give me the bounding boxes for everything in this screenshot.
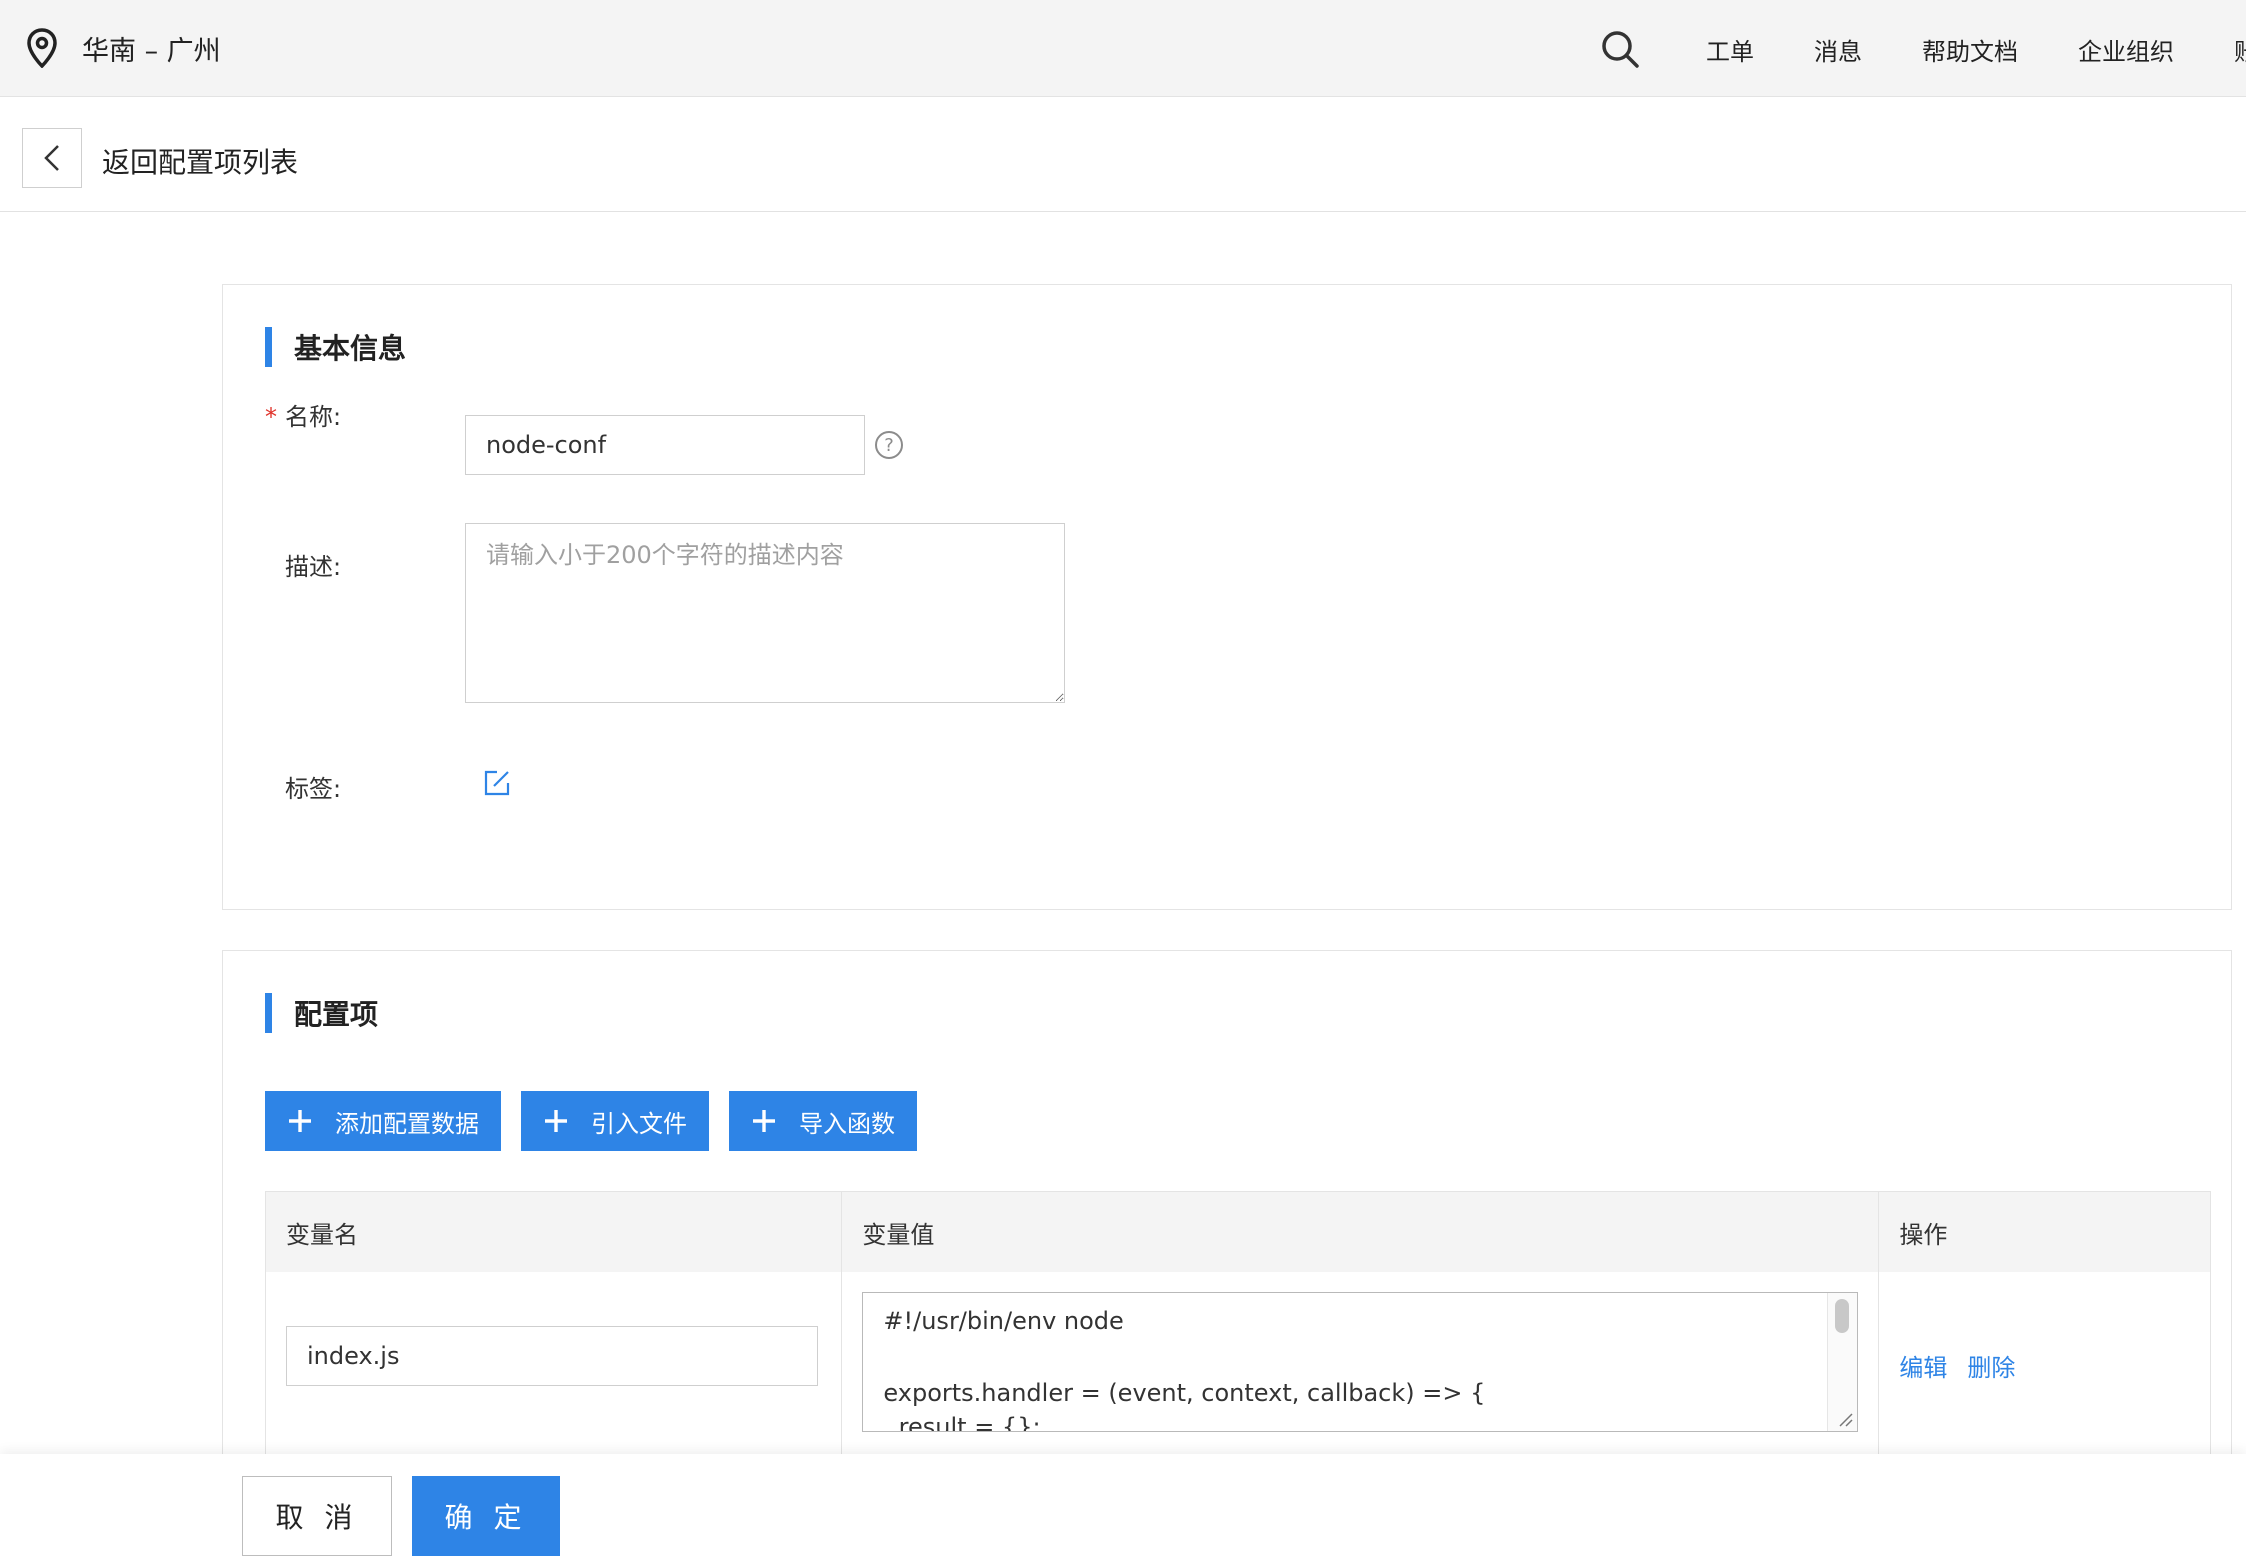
name-input[interactable] [465,415,865,475]
description-textarea[interactable] [465,523,1065,703]
sub-header: 返回配置项列表 [0,97,2246,212]
footer-bar: 取 消 确 定 [0,1454,2246,1564]
region-selector[interactable]: 华南 – 广州 [26,26,221,70]
required-mark: * [265,403,277,431]
editor-scroll-thumb[interactable] [1835,1299,1850,1333]
desc-label: 描述: [285,553,342,581]
add-config-data-button[interactable]: 添加配置数据 [265,1091,501,1151]
header-variable-value: 变量值 [842,1192,1880,1272]
tags-label: 标签: [285,775,342,803]
code-line: result = {}; [883,1413,1041,1432]
config-table: 变量名 变量值 操作 #!/usr/bin/env node exports.h… [265,1191,2211,1472]
back-button[interactable] [22,128,82,188]
search-icon[interactable] [1600,29,1640,69]
back-to-list-link[interactable]: 返回配置项列表 [102,141,298,181]
nav-account[interactable]: 账 [2234,32,2246,67]
header-variable-name: 变量名 [266,1192,843,1272]
add-config-data-label: 添加配置数据 [335,1109,479,1138]
config-panel: 配置项 添加配置数据 引入文件 导入函数 变量名 变量值 操作 #!/usr/b… [222,950,2232,1472]
chevron-left-icon [44,145,59,171]
import-file-label: 引入文件 [591,1109,687,1138]
code-line: exports.handler = (event, context, callb… [883,1379,1486,1407]
delete-link[interactable]: 删除 [1967,1348,2015,1383]
cell-variable-name [266,1272,843,1472]
plus-icon [545,1110,567,1132]
code-line: #!/usr/bin/env node [883,1307,1124,1335]
cell-variable-value: #!/usr/bin/env node exports.handler = (e… [842,1272,1880,1472]
resize-grip-icon[interactable] [1837,1411,1853,1427]
config-title: 配置项 [265,993,378,1033]
cell-operations: 编辑 删除 [1879,1272,2210,1472]
nav-help-docs[interactable]: 帮助文档 [1922,32,2018,67]
nav-tickets[interactable]: 工单 [1706,32,1754,67]
variable-name-input[interactable] [286,1326,818,1386]
variable-value-editor[interactable]: #!/usr/bin/env node exports.handler = (e… [862,1292,1859,1432]
plus-icon [289,1110,311,1132]
table-header: 变量名 变量值 操作 [266,1192,2210,1272]
import-function-label: 导入函数 [799,1109,895,1138]
edit-link[interactable]: 编辑 [1899,1348,1947,1383]
plus-icon [753,1110,775,1132]
nav-messages[interactable]: 消息 [1814,32,1862,67]
import-function-button[interactable]: 导入函数 [729,1091,917,1151]
region-label: 华南 – 广州 [82,35,221,67]
cancel-button[interactable]: 取 消 [242,1476,392,1556]
basic-info-title: 基本信息 [265,327,406,367]
table-row: #!/usr/bin/env node exports.handler = (e… [266,1272,2210,1472]
confirm-button[interactable]: 确 定 [412,1476,560,1556]
top-nav: 工单 消息 帮助文档 企业组织 账 [1600,24,2246,74]
basic-info-panel: 基本信息 *名称: ? 描述: 标签: [222,284,2232,910]
import-file-button[interactable]: 引入文件 [521,1091,709,1151]
edit-icon[interactable] [483,769,511,797]
name-label: * 名称: [265,403,342,431]
map-pin-icon [27,28,57,68]
top-bar: 华南 – 广州 工单 消息 帮助文档 企业组织 账 [0,0,2246,97]
help-icon[interactable]: ? [875,431,903,459]
header-operations: 操作 [1899,1220,1948,1249]
nav-organization[interactable]: 企业组织 [2078,32,2174,67]
